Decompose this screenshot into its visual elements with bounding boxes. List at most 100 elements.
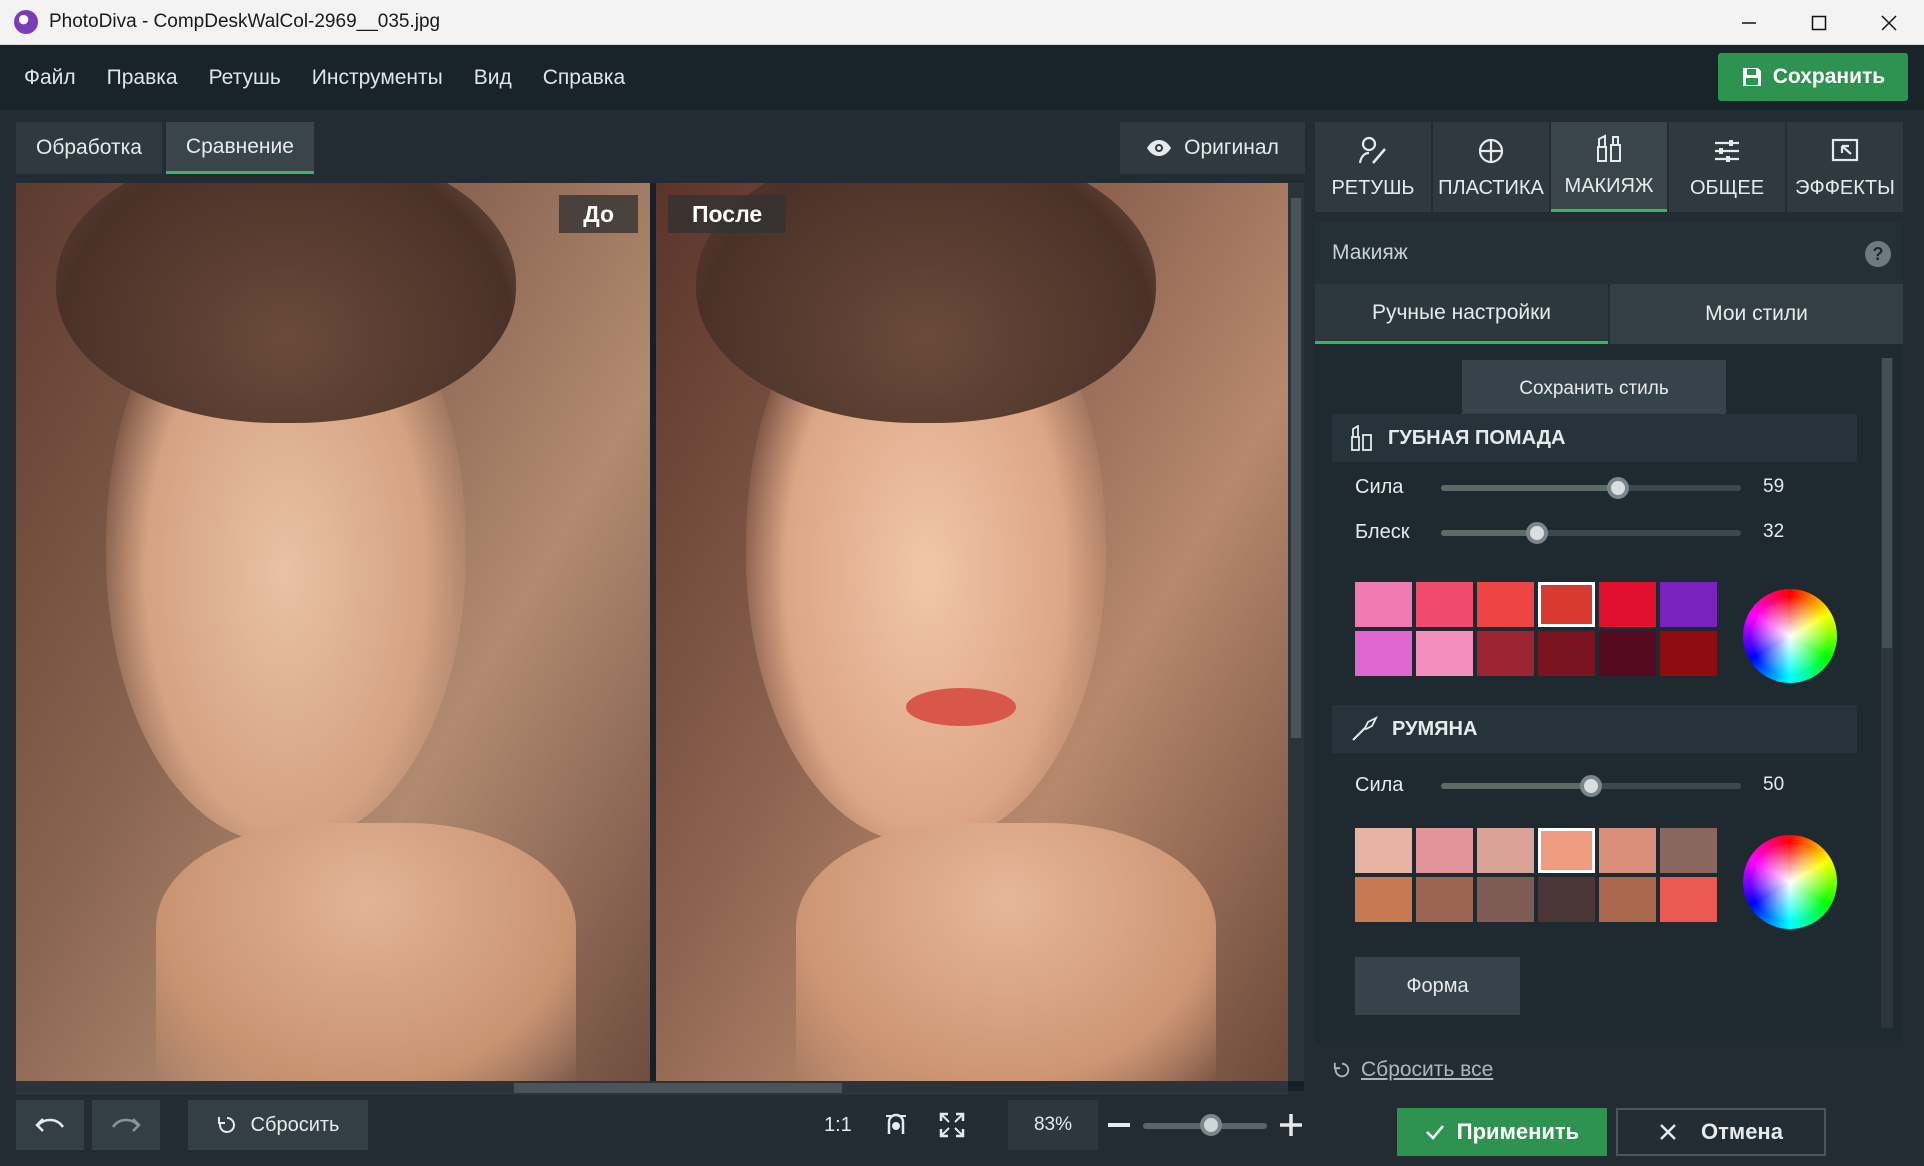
help-icon[interactable]: ? <box>1865 241 1891 267</box>
lipstick-gloss-slider[interactable] <box>1441 522 1741 544</box>
lipstick-swatch[interactable] <box>1477 582 1534 627</box>
reset-label: Сбросить <box>250 1113 340 1136</box>
panel-scrollbar[interactable] <box>1881 358 1893 1028</box>
blush-strength-row: Сила 50 <box>1355 770 1815 800</box>
tab-manual-settings[interactable]: Ручные настройки <box>1315 284 1608 344</box>
tool-general[interactable]: ОБЩЕЕ <box>1669 122 1785 212</box>
lipstick-gloss-value: 32 <box>1763 521 1785 542</box>
minimize-icon[interactable] <box>1714 0 1784 45</box>
blush-swatch[interactable] <box>1355 877 1412 922</box>
blush-strength-slider[interactable] <box>1441 775 1741 797</box>
blush-strength-fill <box>1441 783 1591 789</box>
maximize-icon[interactable] <box>1784 0 1854 45</box>
menu-retouch[interactable]: Ретушь <box>209 66 281 90</box>
menu-tools[interactable]: Инструменты <box>312 66 443 90</box>
cancel-button[interactable]: Отмена <box>1616 1108 1826 1156</box>
tab-compare[interactable]: Сравнение <box>165 122 314 174</box>
lipstick-swatch[interactable] <box>1355 582 1412 627</box>
compare-canvas[interactable]: До После <box>16 183 1304 1095</box>
lipstick-swatch[interactable] <box>1416 582 1473 627</box>
apply-button[interactable]: Применить <box>1397 1108 1607 1156</box>
tab-my-styles[interactable]: Мои стили <box>1610 284 1903 344</box>
blush-swatch[interactable] <box>1660 828 1717 873</box>
blush-swatch[interactable] <box>1599 877 1656 922</box>
lipstick-swatch[interactable] <box>1599 582 1656 627</box>
lipstick-title: ГУБНАЯ ПОМАДА <box>1388 426 1566 449</box>
blush-header[interactable]: РУМЯНА <box>1332 705 1857 753</box>
brush-icon <box>1352 716 1378 741</box>
tool-effects-label: ЭФФЕКТЫ <box>1795 176 1895 199</box>
lipstick-strength-knob[interactable] <box>1607 477 1629 499</box>
zoom-out-icon[interactable] <box>1108 1123 1130 1127</box>
view-tabs: Обработка Сравнение <box>16 122 314 174</box>
vertical-scrollbar[interactable] <box>1288 183 1304 1081</box>
reset-all-link[interactable]: Сбросить все <box>1333 1058 1493 1082</box>
reset-button[interactable]: Сбросить <box>188 1100 368 1150</box>
shape-button[interactable]: Форма <box>1355 957 1520 1015</box>
tool-retouch[interactable]: РЕТУШЬ <box>1315 122 1431 212</box>
lipstick-swatch[interactable] <box>1355 631 1412 676</box>
one-to-one-button[interactable]: 1:1 <box>824 1114 852 1137</box>
makeup-panel-body: Сохранить стиль ГУБНАЯ ПОМАДА Сила 59 Бл… <box>1315 344 1903 1044</box>
lipstick-color-wheel[interactable] <box>1743 589 1837 683</box>
blush-swatch[interactable] <box>1477 877 1534 922</box>
lipstick-swatch[interactable] <box>1538 631 1595 676</box>
lipstick-icon <box>1351 425 1372 451</box>
reset-icon <box>217 1117 235 1133</box>
blush-swatch[interactable] <box>1477 828 1534 873</box>
fullscreen-button[interactable] <box>939 1112 965 1143</box>
lipstick-swatch[interactable] <box>1477 631 1534 676</box>
tool-makeup[interactable]: МАКИЯЖ <box>1551 122 1667 212</box>
lipstick-swatch[interactable] <box>1599 631 1656 676</box>
zoom-percent[interactable]: 83% <box>1008 1100 1098 1150</box>
blush-palette <box>1355 828 1717 922</box>
lipstick-strength-slider[interactable] <box>1441 477 1741 499</box>
menu-file[interactable]: Файл <box>24 66 76 90</box>
blush-swatch[interactable] <box>1416 877 1473 922</box>
after-label: После <box>668 195 787 233</box>
blush-swatch[interactable] <box>1538 877 1595 922</box>
blush-swatch[interactable] <box>1538 828 1595 873</box>
tool-plastic[interactable]: ПЛАСТИКА <box>1433 122 1549 212</box>
blush-color-wheel[interactable] <box>1743 835 1837 929</box>
blush-swatch[interactable] <box>1416 828 1473 873</box>
blush-swatch[interactable] <box>1660 877 1717 922</box>
lipstick-swatch[interactable] <box>1660 582 1717 627</box>
retouch-icon <box>1358 136 1386 164</box>
undo-button[interactable] <box>16 1100 84 1150</box>
lipstick-strength-row: Сила 59 <box>1355 472 1815 502</box>
fit-face-button[interactable] <box>883 1112 909 1143</box>
vertical-scroll-thumb[interactable] <box>1291 198 1301 738</box>
tool-makeup-label: МАКИЯЖ <box>1564 175 1654 197</box>
close-icon[interactable] <box>1854 0 1924 45</box>
lipstick-gloss-fill <box>1441 530 1537 536</box>
save-style-button[interactable]: Сохранить стиль <box>1462 360 1726 418</box>
zoom-slider-knob[interactable] <box>1200 1114 1223 1136</box>
reset-all-label: Сбросить все <box>1361 1058 1494 1081</box>
lipstick-gloss-knob[interactable] <box>1526 522 1548 544</box>
original-button[interactable]: Оригинал <box>1120 122 1305 174</box>
tab-processing[interactable]: Обработка <box>16 122 162 174</box>
blush-strength-label: Сила <box>1355 774 1404 796</box>
apply-label: Применить <box>1456 1119 1580 1144</box>
save-button[interactable]: Сохранить <box>1718 53 1908 101</box>
blush-swatch[interactable] <box>1355 828 1412 873</box>
panel-scroll-thumb[interactable] <box>1882 358 1892 648</box>
effects-icon <box>1831 138 1859 161</box>
menu-view[interactable]: Вид <box>474 66 512 90</box>
blush-strength-knob[interactable] <box>1580 775 1602 797</box>
lipstick-header[interactable]: ГУБНАЯ ПОМАДА <box>1332 414 1857 462</box>
menu-edit[interactable]: Правка <box>107 66 178 90</box>
tool-effects[interactable]: ЭФФЕКТЫ <box>1787 122 1903 212</box>
horizontal-scrollbar[interactable] <box>16 1081 1288 1095</box>
lipstick-swatch[interactable] <box>1660 631 1717 676</box>
horizontal-scroll-thumb[interactable] <box>514 1083 842 1093</box>
lipstick-swatch[interactable] <box>1538 582 1595 627</box>
lipstick-swatch[interactable] <box>1416 631 1473 676</box>
bottom-toolbar: Сбросить 1:1 83% <box>0 1100 1316 1166</box>
title-bar: PhotoDiva - CompDeskWalCol-2969__035.jpg <box>0 0 1924 45</box>
blush-swatch[interactable] <box>1599 828 1656 873</box>
redo-button[interactable] <box>92 1100 160 1150</box>
zoom-in-icon[interactable] <box>1280 1114 1302 1136</box>
menu-help[interactable]: Справка <box>543 66 625 90</box>
